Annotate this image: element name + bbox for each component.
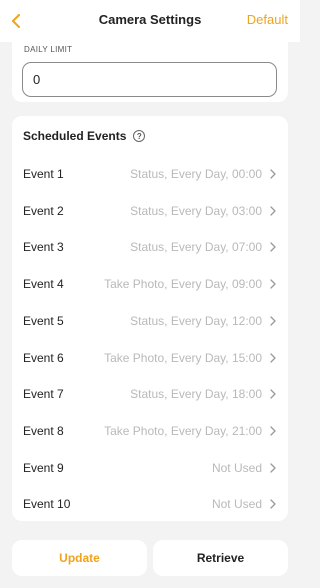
event-row[interactable]: Event 1 Status, Every Day, 00:00 (12, 156, 288, 192)
retrieve-button[interactable]: Retrieve (153, 540, 288, 576)
event-schedule: Not Used (211, 460, 262, 475)
event-name: Event 5 (23, 313, 64, 328)
event-name: Event 4 (23, 277, 64, 292)
chevron-right-icon (270, 352, 276, 363)
event-row[interactable]: Event 5 Status, Every Day, 12:00 (12, 303, 288, 339)
event-name: Event 9 (23, 460, 64, 475)
event-row[interactable]: Event 6 Take Photo, Every Day, 15:00 (12, 340, 288, 376)
chevron-right-icon (270, 426, 276, 436)
top-bar: Camera Settings Default (0, 0, 300, 42)
event-name: Event 7 (23, 387, 64, 402)
event-row[interactable]: Event 10 Not Used (12, 486, 288, 522)
event-schedule: Status, Every Day, 12:00 (130, 313, 262, 328)
event-row[interactable]: Event 3 Status, Every Day, 07:00 (12, 229, 288, 265)
event-row[interactable]: Event 4 Take Photo, Every Day, 09:00 (12, 266, 288, 302)
event-schedule: Status, Every Day, 07:00 (130, 240, 262, 255)
daily-limit-input[interactable] (22, 62, 277, 97)
event-schedule: Status, Every Day, 18:00 (130, 387, 262, 402)
event-schedule: Take Photo, Every Day, 21:00 (104, 423, 262, 438)
chevron-right-icon (270, 499, 276, 509)
event-schedule: Take Photo, Every Day, 09:00 (104, 277, 262, 292)
event-name: Event 3 (23, 240, 64, 255)
event-row[interactable]: Event 9 Not Used (12, 450, 288, 486)
event-name: Event 6 (23, 350, 64, 365)
event-name: Event 10 (23, 497, 71, 512)
scheduled-events-card: Scheduled Events ? Event 1 Status, Every … (12, 116, 288, 521)
event-schedule: Status, Every Day, 03:00 (130, 203, 262, 218)
chevron-right-icon (270, 316, 276, 326)
scheduled-events-heading: Scheduled Events ? (23, 129, 146, 143)
event-name: Event 1 (23, 167, 64, 181)
default-button[interactable]: Default (247, 12, 288, 27)
daily-limit-card: DAILY LIMIT (12, 42, 288, 102)
chevron-right-icon (270, 279, 276, 289)
event-row[interactable]: Event 7 Status, Every Day, 18:00 (12, 376, 288, 412)
event-schedule: Status, Every Day, 00:00 (130, 167, 262, 181)
daily-limit-label: DAILY LIMIT (24, 45, 73, 54)
event-row[interactable]: Event 8 Take Photo, Every Day, 21:00 (12, 413, 288, 449)
scheduled-events-title: Scheduled Events (23, 129, 127, 143)
event-row[interactable]: Event 2 Status, Every Day, 03:00 (12, 193, 288, 229)
chevron-right-icon (270, 206, 276, 216)
event-name: Event 8 (23, 423, 64, 438)
chevron-right-icon (270, 389, 276, 399)
event-schedule: Not Used (211, 497, 262, 512)
chevron-right-icon (270, 242, 276, 253)
chevron-right-icon (270, 169, 276, 179)
chevron-right-icon (270, 462, 276, 473)
update-button[interactable]: Update (12, 540, 147, 576)
help-icon[interactable]: ? (133, 130, 146, 142)
event-name: Event 2 (23, 203, 64, 218)
event-schedule: Take Photo, Every Day, 15:00 (104, 350, 262, 365)
